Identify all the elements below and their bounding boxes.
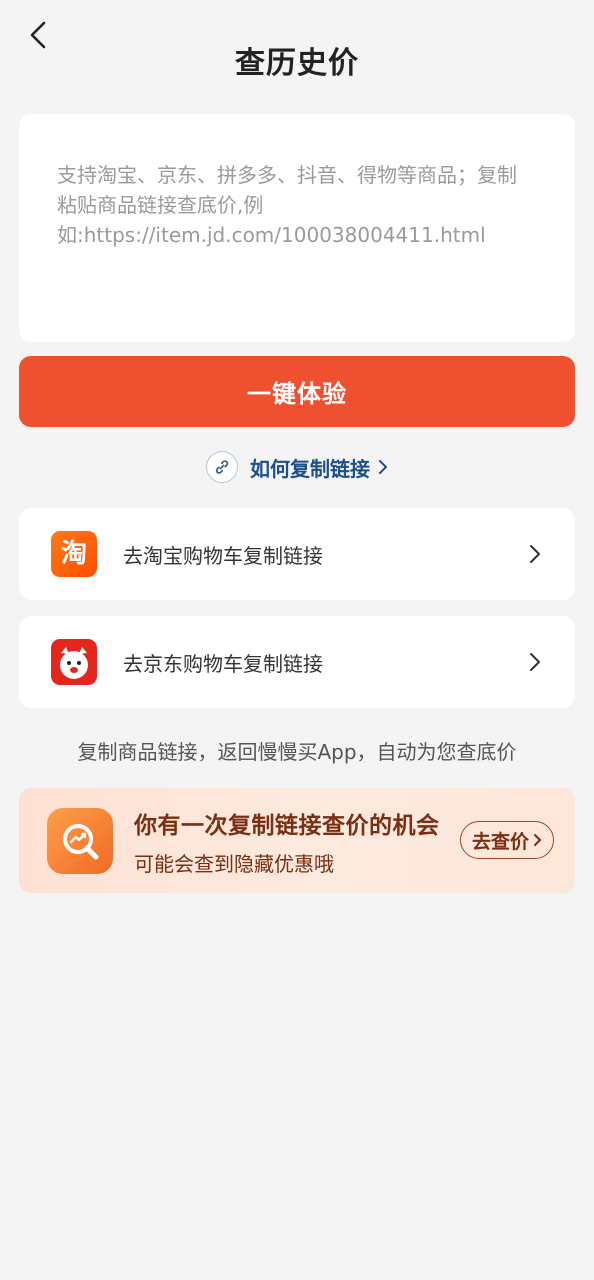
promo-title: 你有一次复制链接查价的机会 — [134, 813, 440, 839]
taobao-row-label: 去淘宝购物车复制链接 — [123, 543, 323, 568]
check-price-label: 去查价 — [471, 830, 529, 853]
chevron-right-icon — [529, 544, 541, 564]
taobao-app-icon: 淘 — [51, 531, 97, 577]
jd-cart-row[interactable]: 去京东购物车复制链接 — [19, 616, 575, 708]
chevron-right-icon — [533, 833, 542, 847]
jd-app-icon — [51, 639, 97, 685]
check-price-button[interactable]: 去查价 — [460, 821, 554, 859]
link-input[interactable] — [57, 160, 527, 322]
chevron-right-icon — [378, 459, 388, 475]
link-input-card — [19, 114, 575, 342]
how-to-copy-link-label: 如何复制链接 — [250, 456, 370, 481]
price-trend-icon — [47, 808, 113, 874]
promo-subtitle: 可能会查到隐藏优惠哦 — [134, 852, 334, 876]
taobao-icon-glyph: 淘 — [60, 539, 87, 569]
try-now-button[interactable]: 一键体验 — [19, 356, 575, 427]
how-to-copy-link[interactable]: 如何复制链接 — [0, 450, 594, 484]
jd-row-label: 去京东购物车复制链接 — [123, 651, 323, 676]
promo-banner: 你有一次复制链接查价的机会 可能会查到隐藏优惠哦 去查价 — [19, 788, 575, 893]
taobao-cart-row[interactable]: 淘 去淘宝购物车复制链接 — [19, 508, 575, 600]
link-icon — [206, 451, 238, 483]
chevron-right-icon — [529, 652, 541, 672]
page-title: 查历史价 — [235, 46, 359, 81]
header: 查历史价 — [0, 0, 594, 100]
instruction-note: 复制商品链接，返回慢慢买App，自动为您查底价 — [77, 740, 517, 764]
